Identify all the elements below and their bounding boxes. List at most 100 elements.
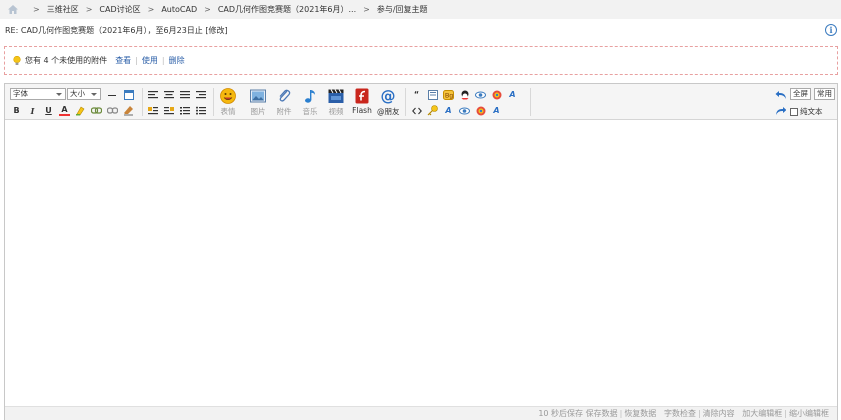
- highlight-icon[interactable]: [75, 105, 86, 116]
- emoji-label: 表情: [220, 107, 236, 116]
- autosave-countdown: 10 秒后保存: [538, 409, 584, 418]
- paperclip-icon: [276, 88, 292, 104]
- unlink-icon[interactable]: [107, 105, 118, 116]
- attachment-notice-text: 您有 4 个未使用的附件: [25, 56, 108, 65]
- breadcrumb-item-thread[interactable]: CAD几何作图竞赛题（2021年6月）...: [218, 4, 356, 15]
- toolbar-divider: [405, 88, 406, 116]
- clear-content-link[interactable]: 清除内容: [703, 409, 735, 418]
- video-label: 视频: [328, 107, 344, 116]
- common-mode-button[interactable]: 常用: [814, 88, 835, 100]
- link-icon[interactable]: [91, 105, 102, 116]
- delete-attachments-link[interactable]: 删除: [169, 55, 185, 66]
- unordered-list-icon[interactable]: [195, 105, 206, 116]
- unused-attachments-notice: 您有 4 个未使用的附件 查看 | 使用 | 删除: [4, 46, 838, 75]
- clear-format-icon[interactable]: [123, 105, 134, 116]
- breadcrumb-item-community[interactable]: 三维社区: [47, 4, 79, 15]
- attachment-button[interactable]: 附件: [273, 88, 295, 117]
- save-data-link[interactable]: 保存数据: [586, 409, 618, 418]
- italic-button[interactable]: I: [27, 105, 38, 116]
- plaintext-toggle[interactable]: 纯文本: [790, 106, 823, 117]
- align-right-icon[interactable]: [195, 89, 206, 100]
- hide-content-icon[interactable]: [475, 89, 486, 100]
- horizontal-rule-button[interactable]: [106, 89, 117, 100]
- plaintext-label: 纯文本: [800, 107, 823, 116]
- breadcrumb-separator: >: [363, 5, 370, 14]
- restore-data-link[interactable]: 恢复数据: [624, 409, 656, 418]
- lightbulb-icon: [13, 55, 21, 66]
- code-icon[interactable]: [411, 105, 422, 116]
- qq-icon[interactable]: [459, 89, 470, 100]
- clapperboard-icon: [328, 88, 344, 104]
- editor-toolbar: 字体 大小 B I U A 表情 图片 附件 音乐 视频 Flash @ @朋友…: [5, 84, 837, 120]
- align-justify-icon[interactable]: [179, 89, 190, 100]
- emoji-button[interactable]: 表情: [217, 88, 239, 117]
- breadcrumb-separator: >: [33, 5, 40, 14]
- shrink-editor-link[interactable]: 缩小编辑框: [789, 409, 829, 418]
- toolbar-divider: [142, 88, 143, 116]
- mention-button[interactable]: @ @朋友: [377, 87, 400, 117]
- plaintext-checkbox[interactable]: [790, 107, 798, 116]
- topic-title-line: RE: CAD几何作图竞赛题（2021年6月），至6月23日止 [修改]: [5, 25, 228, 36]
- flash-icon: [354, 88, 370, 104]
- float-left-icon[interactable]: [147, 105, 158, 116]
- font-style-icon[interactable]: A: [443, 105, 454, 116]
- divider: |: [619, 409, 623, 418]
- music-note-icon: [302, 88, 318, 104]
- align-left-icon[interactable]: [147, 89, 158, 100]
- breadcrumb-separator: >: [204, 5, 211, 14]
- divider: |: [135, 56, 138, 65]
- password-icon[interactable]: [491, 89, 502, 100]
- image-icon: [250, 88, 266, 104]
- editor-status-bar: 10 秒后保存 保存数据 | 恢复数据 字数检查 | 清除内容 加大编辑框 | 缩小编辑框: [5, 406, 837, 420]
- home-icon[interactable]: [8, 5, 18, 14]
- underline-button[interactable]: U: [43, 105, 54, 116]
- music-label: 音乐: [302, 107, 318, 116]
- video-button[interactable]: 视频: [325, 88, 347, 117]
- breadcrumb-item-autocad[interactable]: AutoCAD: [161, 5, 197, 14]
- flash-label: Flash: [352, 106, 372, 115]
- preview-icon[interactable]: [459, 105, 470, 116]
- table-button[interactable]: [123, 89, 134, 100]
- editor-content-area[interactable]: [5, 121, 837, 407]
- breadcrumb-separator: >: [147, 5, 155, 14]
- ordered-list-icon[interactable]: [179, 105, 190, 116]
- breadcrumb-item-cad-forum[interactable]: CAD讨论区: [99, 4, 140, 15]
- breadcrumb-item-reply: 参与/回复主题: [376, 5, 428, 14]
- enlarge-editor-link[interactable]: 加大编辑框: [742, 409, 782, 418]
- text-effect-icon[interactable]: A: [491, 105, 502, 116]
- font-size-value: 大小: [70, 89, 85, 98]
- image-button[interactable]: 图片: [247, 88, 269, 117]
- text-color-button[interactable]: A: [59, 105, 70, 116]
- target-icon[interactable]: [475, 105, 486, 116]
- mention-label: @朋友: [377, 107, 400, 116]
- view-attachments-link[interactable]: 查看: [115, 55, 131, 66]
- image-label: 图片: [250, 107, 266, 116]
- undo-icon[interactable]: [775, 89, 786, 100]
- align-center-icon[interactable]: [163, 89, 174, 100]
- quote-icon[interactable]: “: [411, 89, 422, 100]
- redo-icon[interactable]: [775, 105, 786, 116]
- key-icon[interactable]: [427, 105, 438, 116]
- flash-button[interactable]: Flash: [351, 88, 373, 115]
- bold-button[interactable]: B: [11, 105, 22, 116]
- use-attachments-link[interactable]: 使用: [142, 55, 158, 66]
- free-text-icon[interactable]: [427, 89, 438, 100]
- divider: |: [784, 409, 787, 418]
- font-size-select[interactable]: 大小: [67, 88, 101, 100]
- edit-title-link[interactable]: [修改]: [205, 26, 227, 35]
- toolbar-divider: [213, 88, 214, 116]
- float-right-icon[interactable]: [163, 105, 174, 116]
- background-color-icon[interactable]: Bg: [443, 89, 454, 100]
- font-family-select[interactable]: 字体: [10, 88, 66, 100]
- attachment-label: 附件: [276, 107, 292, 116]
- divider: |: [697, 409, 701, 418]
- text-style-icon[interactable]: A: [507, 89, 518, 100]
- music-button[interactable]: 音乐: [299, 88, 321, 117]
- breadcrumb-separator: >: [85, 5, 93, 14]
- word-count-link[interactable]: 字数检查: [664, 409, 696, 418]
- svg-text:Bg: Bg: [445, 92, 453, 99]
- fullscreen-button[interactable]: 全屏: [790, 88, 811, 100]
- at-sign-icon: @: [380, 87, 396, 105]
- info-icon[interactable]: i: [825, 24, 837, 36]
- font-family-value: 字体: [13, 89, 28, 98]
